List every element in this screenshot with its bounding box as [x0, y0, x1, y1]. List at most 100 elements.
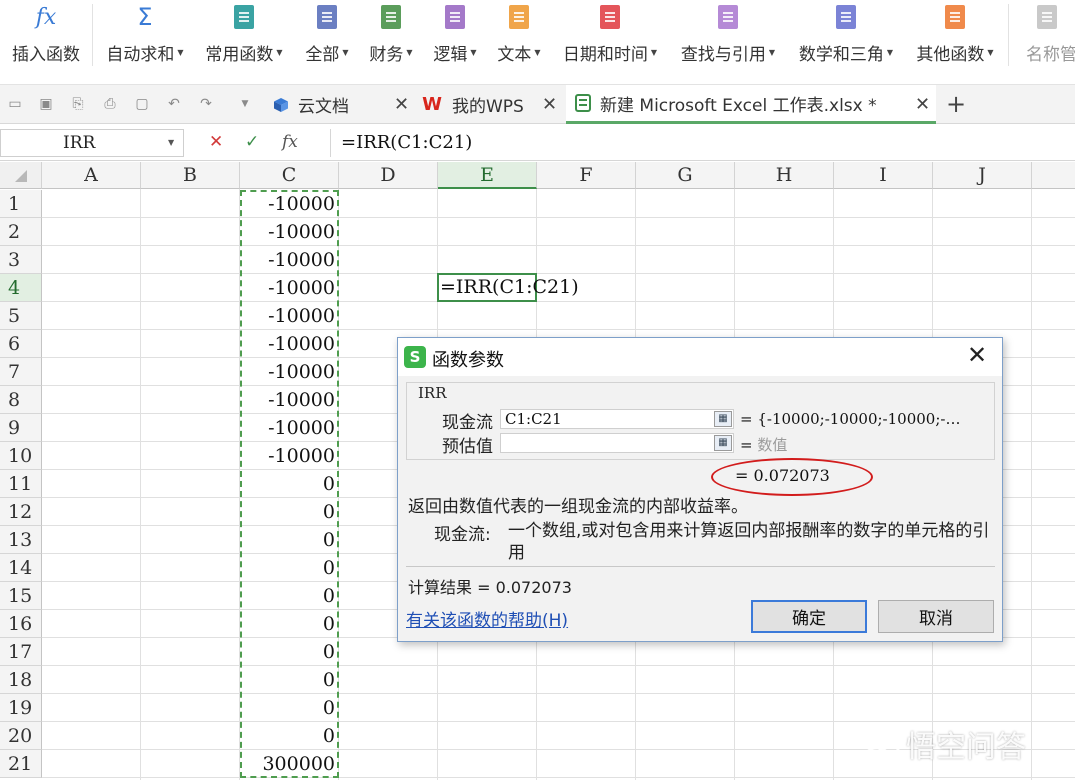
row-header[interactable]: 9: [0, 414, 42, 442]
cell-c11[interactable]: 0: [240, 470, 338, 498]
clock-book-icon: [599, 4, 621, 30]
cell-c17[interactable]: 0: [240, 638, 338, 666]
row-header[interactable]: 8: [0, 386, 42, 414]
cell-c20[interactable]: 0: [240, 722, 338, 750]
column-header-b[interactable]: B: [141, 162, 240, 189]
cell-c12[interactable]: 0: [240, 498, 338, 526]
row-header[interactable]: 10: [0, 442, 42, 470]
open-folder-icon[interactable]: ▭: [6, 95, 24, 113]
other-functions-button[interactable]: 其他函数 ▼: [910, 0, 1000, 84]
close-icon[interactable]: ✕: [915, 94, 930, 115]
dialog-titlebar[interactable]: S 函数参数 ✕: [398, 338, 1002, 376]
cell-c4[interactable]: -10000: [240, 274, 338, 302]
arg-input-guess[interactable]: [500, 433, 734, 453]
cell-c10[interactable]: -10000: [240, 442, 338, 470]
column-header-k[interactable]: [1032, 162, 1075, 189]
cell-c3[interactable]: -10000: [240, 246, 338, 274]
gridline: [42, 777, 1075, 778]
cell-c8[interactable]: -10000: [240, 386, 338, 414]
confirm-formula-icon[interactable]: ✓: [245, 132, 259, 152]
select-all-corner[interactable]: [0, 162, 42, 189]
column-header-c[interactable]: C: [240, 162, 339, 189]
row-header[interactable]: 11: [0, 470, 42, 498]
export-pdf-icon[interactable]: ⎘: [69, 95, 87, 113]
row-header[interactable]: 16: [0, 610, 42, 638]
tab-excel-workbook[interactable]: 新建 Microsoft Excel 工作表.xlsx *: [566, 85, 936, 124]
cell-c7[interactable]: -10000: [240, 358, 338, 386]
cell-c5[interactable]: -10000: [240, 302, 338, 330]
function-help-link[interactable]: 有关该函数的帮助(H): [406, 606, 568, 631]
finance-functions-button[interactable]: 财务 ▼: [364, 0, 418, 84]
name-box[interactable]: IRR: [0, 129, 184, 157]
new-tab-plus-icon[interactable]: +: [946, 90, 966, 118]
text-functions-button[interactable]: 文本 ▼: [492, 0, 546, 84]
tab-cloud-docs[interactable]: 云文档: [272, 85, 412, 124]
fx-icon[interactable]: fx: [282, 132, 298, 152]
autosum-button[interactable]: Σ 自动求和 ▼: [100, 0, 190, 84]
quick-access-dropdown-icon[interactable]: ▼: [236, 95, 254, 113]
ribbon-separator: [92, 4, 93, 66]
common-functions-button[interactable]: 常用函数 ▼: [200, 0, 288, 84]
cell-c21[interactable]: 300000: [240, 750, 338, 778]
row-header[interactable]: 2: [0, 218, 42, 246]
column-header-a[interactable]: A: [42, 162, 141, 189]
row-header[interactable]: 6: [0, 330, 42, 358]
column-header-j[interactable]: J: [933, 162, 1032, 189]
cell-c2[interactable]: -10000: [240, 218, 338, 246]
datetime-functions-button[interactable]: 日期和时间 ▼: [556, 0, 664, 84]
row-header[interactable]: 13: [0, 526, 42, 554]
all-functions-button[interactable]: 全部 ▼: [300, 0, 354, 84]
column-header-h[interactable]: H: [735, 162, 834, 189]
row-header[interactable]: 19: [0, 694, 42, 722]
row-header[interactable]: 20: [0, 722, 42, 750]
column-header-i[interactable]: I: [834, 162, 933, 189]
redo-icon[interactable]: ↷: [197, 95, 215, 113]
row-header[interactable]: 7: [0, 358, 42, 386]
row-header[interactable]: 5: [0, 302, 42, 330]
row-header[interactable]: 14: [0, 554, 42, 582]
row-header[interactable]: 12: [0, 498, 42, 526]
column-header-d[interactable]: D: [339, 162, 438, 189]
cell-c19[interactable]: 0: [240, 694, 338, 722]
cell-c6[interactable]: -10000: [240, 330, 338, 358]
cell-c9[interactable]: -10000: [240, 414, 338, 442]
cancel-formula-icon[interactable]: ✕: [209, 132, 223, 152]
cell-c15[interactable]: 0: [240, 582, 338, 610]
cell-c18[interactable]: 0: [240, 666, 338, 694]
cell-c16[interactable]: 0: [240, 610, 338, 638]
tab-my-wps[interactable]: W 我的WPS: [420, 85, 560, 124]
row-header[interactable]: 3: [0, 246, 42, 274]
arg-input-values[interactable]: C1:C21: [500, 409, 734, 429]
ok-button[interactable]: 确定: [751, 600, 867, 633]
close-icon[interactable]: ✕: [394, 94, 409, 115]
cell-c14[interactable]: 0: [240, 554, 338, 582]
logic-functions-button[interactable]: 逻辑 ▼: [428, 0, 482, 84]
range-picker-icon[interactable]: ▦: [714, 435, 732, 451]
row-header[interactable]: 17: [0, 638, 42, 666]
name-manager-button[interactable]: 名称管: [1018, 0, 1075, 84]
close-icon[interactable]: ✕: [967, 341, 987, 369]
row-header[interactable]: 15: [0, 582, 42, 610]
formula-input[interactable]: =IRR(C1:C21): [330, 129, 1075, 157]
column-header-e[interactable]: E: [438, 162, 537, 189]
row-header[interactable]: 21: [0, 750, 42, 778]
cancel-button[interactable]: 取消: [878, 600, 994, 633]
save-icon[interactable]: ▣: [37, 95, 55, 113]
undo-icon[interactable]: ↶: [165, 95, 183, 113]
print-icon[interactable]: ⎙: [101, 95, 119, 113]
cell-c1[interactable]: -10000: [240, 190, 338, 218]
row-header[interactable]: 4: [0, 274, 42, 302]
range-picker-icon[interactable]: ▦: [714, 411, 732, 427]
math-functions-button[interactable]: 数学和三角 ▼: [792, 0, 900, 84]
print-preview-icon[interactable]: ▢: [133, 95, 151, 113]
autosum-label: 自动求和: [106, 45, 175, 65]
column-header-g[interactable]: G: [636, 162, 735, 189]
insert-function-button[interactable]: fx 插入函数: [8, 0, 84, 84]
cell-c13[interactable]: 0: [240, 526, 338, 554]
column-header-f[interactable]: F: [537, 162, 636, 189]
row-header[interactable]: 1: [0, 190, 42, 218]
lookup-functions-button[interactable]: 查找与引用 ▼: [674, 0, 782, 84]
close-icon[interactable]: ✕: [542, 94, 557, 115]
chevron-down-icon[interactable]: ▼: [168, 138, 174, 147]
row-header[interactable]: 18: [0, 666, 42, 694]
